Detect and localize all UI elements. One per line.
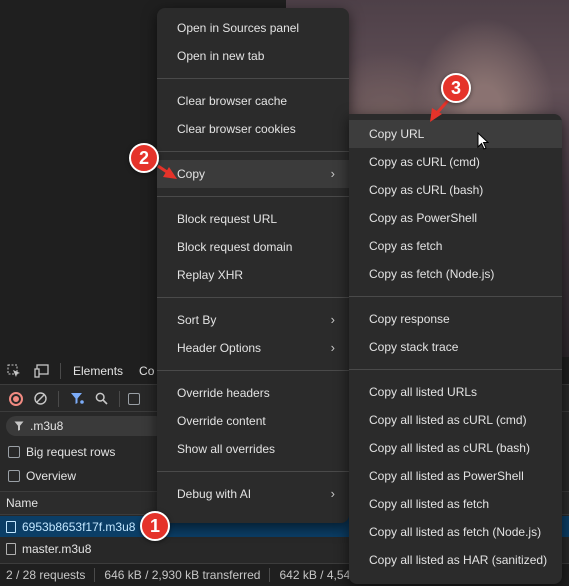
step-badge-1: 1	[140, 511, 170, 541]
step-badge-3: 3	[441, 73, 471, 103]
step-badge-2: 2	[129, 143, 159, 173]
arrow-head-icon	[163, 167, 177, 179]
annotation-arrows	[157, 95, 454, 179]
